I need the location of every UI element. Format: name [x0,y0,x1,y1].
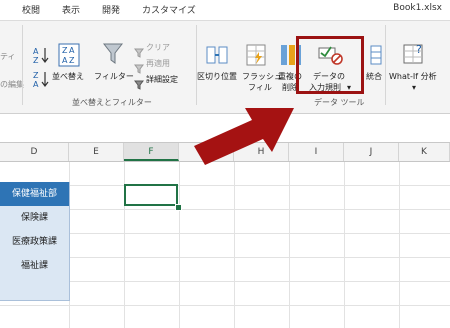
advanced-filter-button[interactable]: 詳細設定 [146,74,178,85]
department-cell[interactable]: 医療政策課 [0,230,69,254]
column-header-d[interactable]: D [0,143,69,161]
sort-dialog-icon: Z AA Z [58,43,80,67]
flash-fill-icon [246,44,266,66]
advanced-filter-icon [134,75,144,94]
sort-label: 並べ替え [52,72,84,81]
svg-text:A: A [62,56,68,65]
text-to-columns-icon [206,46,228,64]
consolidate-label: 統合 [366,72,382,81]
data-tools-group-label: データ ツール [314,98,365,107]
chevron-down-icon: ▾ [412,83,417,92]
tab-review[interactable]: 校閲 [22,3,40,16]
department-header-cell[interactable]: 保健福祉部 [0,182,69,206]
flash-fill-label-2: フィル [248,83,272,92]
fill-handle[interactable] [175,204,182,211]
filter-icon [102,43,124,64]
consolidate-icon [370,45,382,65]
tab-customize[interactable]: カスタマイズ [142,3,196,16]
svg-text:?: ? [416,43,422,56]
text-to-columns-label: 区切り位置 [197,72,237,81]
sort-ascending-button[interactable]: AZ [32,45,50,69]
filter-label: フィルター [94,72,134,81]
column-header-f[interactable]: F [124,143,179,161]
svg-text:Z: Z [62,46,68,55]
tab-developer[interactable]: 開発 [102,3,120,16]
flash-fill-label-1: フラッシュ [242,72,282,81]
group-separator [22,25,23,105]
what-if-analysis-button[interactable]: ? [402,41,428,71]
clear-filter-button[interactable]: クリア [146,42,170,53]
what-if-analysis-icon: ? [403,43,423,64]
svg-text:A: A [33,80,39,89]
column-header-j[interactable]: J [344,143,399,161]
group-separator [385,25,386,105]
reapply-button[interactable]: 再適用 [146,58,170,69]
sort-descending-icon: ZA [33,71,49,89]
sort-filter-group-label: 並べ替えとフィルター [72,98,152,107]
highlight-box [296,36,364,94]
department-cell[interactable]: 福祉課 [0,254,69,278]
flash-fill-button[interactable] [246,43,268,71]
svg-text:A: A [33,47,39,56]
department-list: 保健福祉部 保険課 医療政策課 福祉課 [0,182,70,301]
consolidate-button[interactable] [370,43,382,71]
what-if-analysis-label: What-If 分析 [389,72,437,81]
svg-text:Z: Z [69,56,75,65]
sort-ascending-icon: AZ [33,47,49,65]
column-header-k[interactable]: K [399,143,450,161]
department-cell[interactable]: 保険課 [0,206,69,230]
tab-view[interactable]: 表示 [62,3,80,16]
filter-button[interactable] [102,41,124,71]
partial-group-label: ティ [0,52,16,61]
svg-text:Z: Z [33,71,39,80]
column-header-e[interactable]: E [69,143,124,161]
pointer-arrow-icon [194,108,294,165]
svg-text:Z: Z [33,56,39,65]
sort-button[interactable]: ZAAZ [56,43,84,71]
ribbon-tab-bar: 校閲 表示 開発 カスタマイズ Book1.xlsx [0,0,450,21]
text-to-columns-button[interactable] [206,43,228,71]
group-separator [196,25,197,105]
window-title: Book1.xlsx [393,3,442,13]
partial-group-label: の編集 [0,80,24,89]
sort-descending-button[interactable]: ZA [32,69,50,93]
svg-text:A: A [69,46,75,55]
selected-cell[interactable] [124,184,178,206]
